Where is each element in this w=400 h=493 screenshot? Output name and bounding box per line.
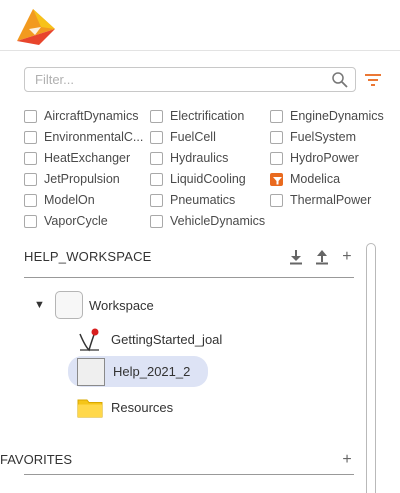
workspace-section-title: HELP_WORKSPACE (24, 249, 152, 264)
library-label: EnvironmentalC... (44, 130, 144, 144)
section-divider (24, 474, 354, 475)
checkbox[interactable] (150, 214, 163, 228)
library-label: Pneumatics (170, 193, 236, 207)
scrollbar[interactable] (366, 243, 376, 493)
favorites-header-actions: + (340, 452, 354, 468)
checkbox[interactable] (24, 151, 37, 165)
filter-box (24, 67, 356, 92)
model-icon (79, 328, 99, 352)
checkbox-checked[interactable] (270, 172, 283, 186)
library-checkbox-hydraulics[interactable]: Hydraulics (150, 149, 228, 167)
tree-row-workspace[interactable]: ▼ Workspace (34, 290, 154, 320)
checkbox[interactable] (24, 214, 37, 228)
folder-icon (77, 399, 103, 418)
library-checkbox-aircraftdynamics[interactable]: AircraftDynamics (24, 107, 138, 125)
checkbox[interactable] (270, 130, 283, 144)
package-icon (77, 357, 105, 386)
filter-input[interactable] (25, 68, 315, 91)
library-label: ThermalPower (290, 193, 372, 207)
library-label: JetPropulsion (44, 172, 120, 186)
tree-row-help-2021-2[interactable]: Help_2021_2 (68, 356, 208, 387)
checkbox[interactable] (150, 193, 163, 207)
checkbox[interactable] (24, 172, 37, 186)
library-checkbox-environmentalc[interactable]: EnvironmentalC... (24, 128, 143, 146)
library-label: FuelCell (170, 130, 216, 144)
tree-label: Resources (111, 399, 174, 415)
library-label: FuelSystem (290, 130, 356, 144)
checkbox[interactable] (270, 193, 283, 207)
library-checkbox-fuelcell[interactable]: FuelCell (150, 128, 216, 146)
library-checkbox-vehicledynamics[interactable]: VehicleDynamics (150, 212, 265, 230)
checkbox[interactable] (270, 109, 283, 123)
download-icon[interactable] (288, 249, 304, 265)
library-label: ModelOn (44, 193, 95, 207)
checkbox[interactable] (150, 151, 163, 165)
add-workspace-item-button[interactable]: + (340, 249, 354, 265)
filter-row (24, 67, 384, 94)
checkbox[interactable] (150, 130, 163, 144)
library-label: VehicleDynamics (170, 214, 266, 228)
tree-row-gettingstarted[interactable]: GettingStarted_joal (77, 324, 222, 354)
checkbox[interactable] (24, 130, 37, 144)
search-icon[interactable] (331, 71, 349, 89)
add-favorite-button[interactable]: + (340, 452, 354, 468)
filter-funnel-icon (273, 176, 282, 184)
checkbox[interactable] (270, 151, 283, 165)
library-checkbox-thermalpower[interactable]: ThermalPower (270, 191, 371, 209)
library-label: Modelica (290, 172, 341, 186)
library-checkbox-enginedynamics[interactable]: EngineDynamics (270, 107, 384, 125)
library-checkbox-fuelsystem[interactable]: FuelSystem (270, 128, 356, 146)
library-checkbox-modelica[interactable]: Modelica (270, 170, 340, 188)
top-bar (0, 0, 400, 51)
checkbox[interactable] (150, 172, 163, 186)
library-checkbox-hydropower[interactable]: HydroPower (270, 149, 359, 167)
workspace-header-actions: + (288, 249, 354, 265)
library-checkbox-pneumatics[interactable]: Pneumatics (150, 191, 235, 209)
library-label: HeatExchanger (44, 151, 131, 165)
checkbox[interactable] (24, 193, 37, 207)
library-label: HydroPower (290, 151, 359, 165)
checkbox[interactable] (150, 109, 163, 123)
tree-label: Help_2021_2 (113, 364, 191, 379)
checkbox[interactable] (24, 109, 37, 123)
library-label: Hydraulics (170, 151, 229, 165)
upload-icon[interactable] (314, 249, 330, 265)
library-label: VaporCycle (44, 214, 108, 228)
section-divider (24, 277, 354, 278)
library-checkbox-modelon[interactable]: ModelOn (24, 191, 95, 209)
favorites-section-header: FAVORITES + (0, 452, 354, 472)
collapse-arrow-icon[interactable]: ▼ (34, 299, 46, 311)
library-checkbox-heatexchanger[interactable]: HeatExchanger (24, 149, 130, 167)
library-checkbox-electrification[interactable]: Electrification (150, 107, 244, 125)
tree-label: GettingStarted_joal (111, 331, 223, 347)
library-label: AircraftDynamics (44, 109, 139, 123)
app-logo-icon[interactable] (15, 7, 57, 47)
filter-funnel-icon[interactable] (364, 71, 382, 89)
library-checkbox-liquidcooling[interactable]: LiquidCooling (150, 170, 246, 188)
workspace-section-header: HELP_WORKSPACE + (24, 249, 354, 269)
tree-label: Workspace (89, 297, 154, 313)
tree-row-resources[interactable]: Resources (77, 392, 173, 422)
library-label: Electrification (170, 109, 245, 123)
library-checkbox-vaporcycle[interactable]: VaporCycle (24, 212, 108, 230)
favorites-section-title: FAVORITES (0, 452, 72, 467)
library-checkbox-jetpropulsion[interactable]: JetPropulsion (24, 170, 120, 188)
workspace-icon (55, 291, 83, 319)
library-label: LiquidCooling (170, 172, 246, 186)
library-label: EngineDynamics (290, 109, 384, 123)
